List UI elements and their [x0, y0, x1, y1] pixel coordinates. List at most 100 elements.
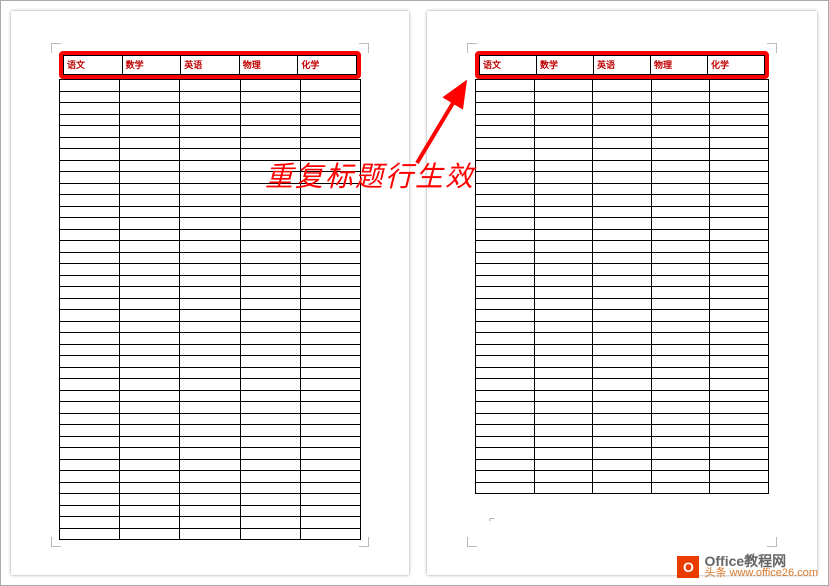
- table-cell: [710, 402, 769, 414]
- table-cell: [476, 482, 535, 494]
- table-row: [60, 413, 361, 425]
- table-cell: [534, 425, 593, 437]
- table-cell: [180, 149, 240, 161]
- table-cell: [180, 436, 240, 448]
- table-row: [476, 137, 769, 149]
- table-cell: [710, 183, 769, 195]
- table-cell: [534, 80, 593, 92]
- table-cell: [300, 333, 360, 345]
- table-cell: [240, 91, 300, 103]
- table-cell: [120, 229, 180, 241]
- table-cell: [120, 471, 180, 483]
- table-header-row: 语文 数学 英语 物理 化学: [480, 56, 765, 75]
- table-cell: [60, 218, 120, 230]
- table-cell: [651, 218, 710, 230]
- table-cell: [476, 298, 535, 310]
- table-cell: [180, 241, 240, 253]
- table-cell: [120, 310, 180, 322]
- table-cell: [710, 114, 769, 126]
- table-cell: [593, 103, 652, 115]
- table-cell: [120, 425, 180, 437]
- table-cell: [120, 252, 180, 264]
- table-cell: [476, 287, 535, 299]
- table-row: [60, 379, 361, 391]
- table-cell: [60, 103, 120, 115]
- table-row: [476, 333, 769, 345]
- table-row: [476, 264, 769, 276]
- watermark-text: Office教程网 头条 www.office26.com: [704, 554, 818, 579]
- table-cell: [180, 264, 240, 276]
- table-cell: [593, 459, 652, 471]
- table-cell: [593, 252, 652, 264]
- table-cell: [180, 310, 240, 322]
- table-row: [476, 482, 769, 494]
- table-cell: [710, 229, 769, 241]
- table-cell: [60, 528, 120, 540]
- table-row: [60, 425, 361, 437]
- table-cell: [476, 160, 535, 172]
- table-cell: [120, 379, 180, 391]
- table-cell: [240, 114, 300, 126]
- table-cell: [60, 390, 120, 402]
- table-cell: [240, 505, 300, 517]
- table-cell: [651, 448, 710, 460]
- table-cell: [651, 425, 710, 437]
- table-cell: [180, 471, 240, 483]
- table-cell: [120, 218, 180, 230]
- table-cell: [60, 183, 120, 195]
- table-cell: [651, 379, 710, 391]
- col-header: 英语: [181, 56, 240, 75]
- table-cell: [120, 195, 180, 207]
- table-cell: [120, 333, 180, 345]
- table-row: [476, 149, 769, 161]
- table-cell: [534, 149, 593, 161]
- table-cell: [593, 91, 652, 103]
- table-cell: [710, 103, 769, 115]
- table-cell: [300, 218, 360, 230]
- table-cell: [60, 425, 120, 437]
- table-row: [60, 126, 361, 138]
- table-cell: [60, 494, 120, 506]
- table-cell: [651, 482, 710, 494]
- table-cell: [534, 103, 593, 115]
- table-cell: [534, 160, 593, 172]
- table-cell: [180, 172, 240, 184]
- table-cell: [651, 321, 710, 333]
- table-cell: [593, 275, 652, 287]
- table-cell: [710, 390, 769, 402]
- table-cell: [240, 241, 300, 253]
- table-cell: [60, 287, 120, 299]
- table-cell: [476, 241, 535, 253]
- table-cell: [651, 195, 710, 207]
- table-cell: [710, 149, 769, 161]
- table-row: [60, 298, 361, 310]
- table-cell: [476, 448, 535, 460]
- table-cell: [300, 195, 360, 207]
- table-cell: [120, 137, 180, 149]
- margin-corner: [767, 537, 777, 547]
- table-cell: [180, 160, 240, 172]
- table-cell: [534, 471, 593, 483]
- table-cell: [60, 126, 120, 138]
- table-cell: [534, 459, 593, 471]
- table-cell: [180, 275, 240, 287]
- table-row: [60, 310, 361, 322]
- table-row: [476, 114, 769, 126]
- table-cell: [593, 482, 652, 494]
- table-cell: [710, 413, 769, 425]
- document-page-1: 语文 数学 英语 物理 化学: [11, 11, 409, 575]
- table-cell: [300, 471, 360, 483]
- table-cell: [240, 275, 300, 287]
- table-cell: [476, 356, 535, 368]
- table-cell: [300, 425, 360, 437]
- table-cell: [534, 218, 593, 230]
- table-row: [60, 252, 361, 264]
- table-cell: [534, 264, 593, 276]
- table-body-page2: [475, 79, 769, 494]
- table-row: [60, 528, 361, 540]
- table-cell: [60, 298, 120, 310]
- table-cell: [300, 91, 360, 103]
- table-cell: [476, 149, 535, 161]
- table-row: [60, 206, 361, 218]
- table-cell: [593, 310, 652, 322]
